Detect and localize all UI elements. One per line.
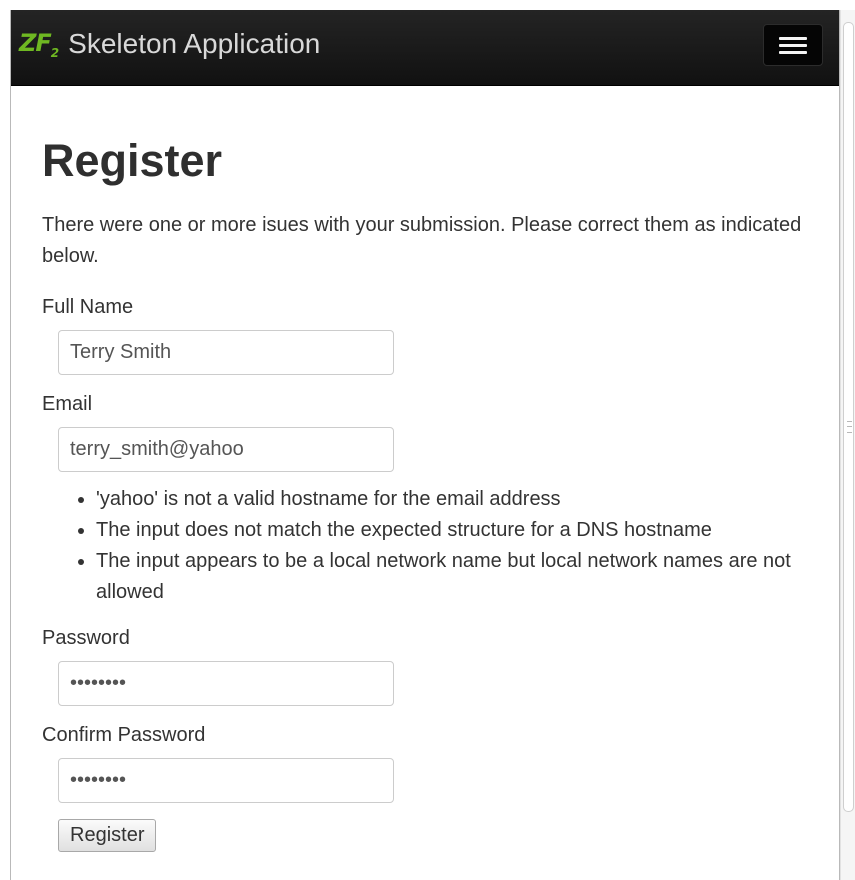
email-error-item: 'yahoo' is not a valid hostname for the …	[96, 484, 802, 515]
brand-title: Skeleton Application	[68, 28, 321, 59]
confirm-password-input[interactable]	[58, 758, 394, 803]
hamburger-icon-bar	[779, 50, 807, 54]
brand-link[interactable]: ZF2 Skeleton Application	[19, 24, 320, 64]
scrollbar-grip-icon	[847, 421, 852, 433]
register-form: Full Name Email 'yahoo' is not a valid h…	[42, 293, 802, 852]
hamburger-icon-bar	[779, 43, 807, 47]
email-input[interactable]	[58, 427, 394, 472]
register-button[interactable]: Register	[58, 819, 157, 852]
browser-viewport: ZF2 Skeleton Application Register There …	[10, 10, 840, 880]
password-input[interactable]	[58, 661, 394, 706]
vertical-scrollbar[interactable]	[840, 10, 855, 880]
confirm-password-label: Confirm Password	[42, 724, 206, 746]
navbar-toggle-button[interactable]	[763, 24, 823, 66]
email-error-item: The input does not match the expected st…	[96, 515, 802, 546]
email-label: Email	[42, 393, 93, 415]
full-name-label: Full Name	[42, 296, 134, 318]
page-title: Register	[42, 135, 223, 186]
main-content: Register There were one or more isues wi…	[42, 124, 802, 852]
form-error-summary: There were one or more isues with your s…	[42, 214, 802, 267]
password-label: Password	[42, 627, 130, 649]
full-name-input[interactable]	[58, 330, 394, 375]
hamburger-icon-bar	[779, 36, 807, 40]
zf2-logo-icon: ZF2	[19, 28, 59, 60]
scrollbar-thumb[interactable]	[843, 22, 854, 812]
email-error-item: The input appears to be a local network …	[96, 546, 802, 608]
navbar: ZF2 Skeleton Application	[11, 10, 839, 86]
email-error-list: 'yahoo' is not a valid hostname for the …	[42, 484, 802, 608]
